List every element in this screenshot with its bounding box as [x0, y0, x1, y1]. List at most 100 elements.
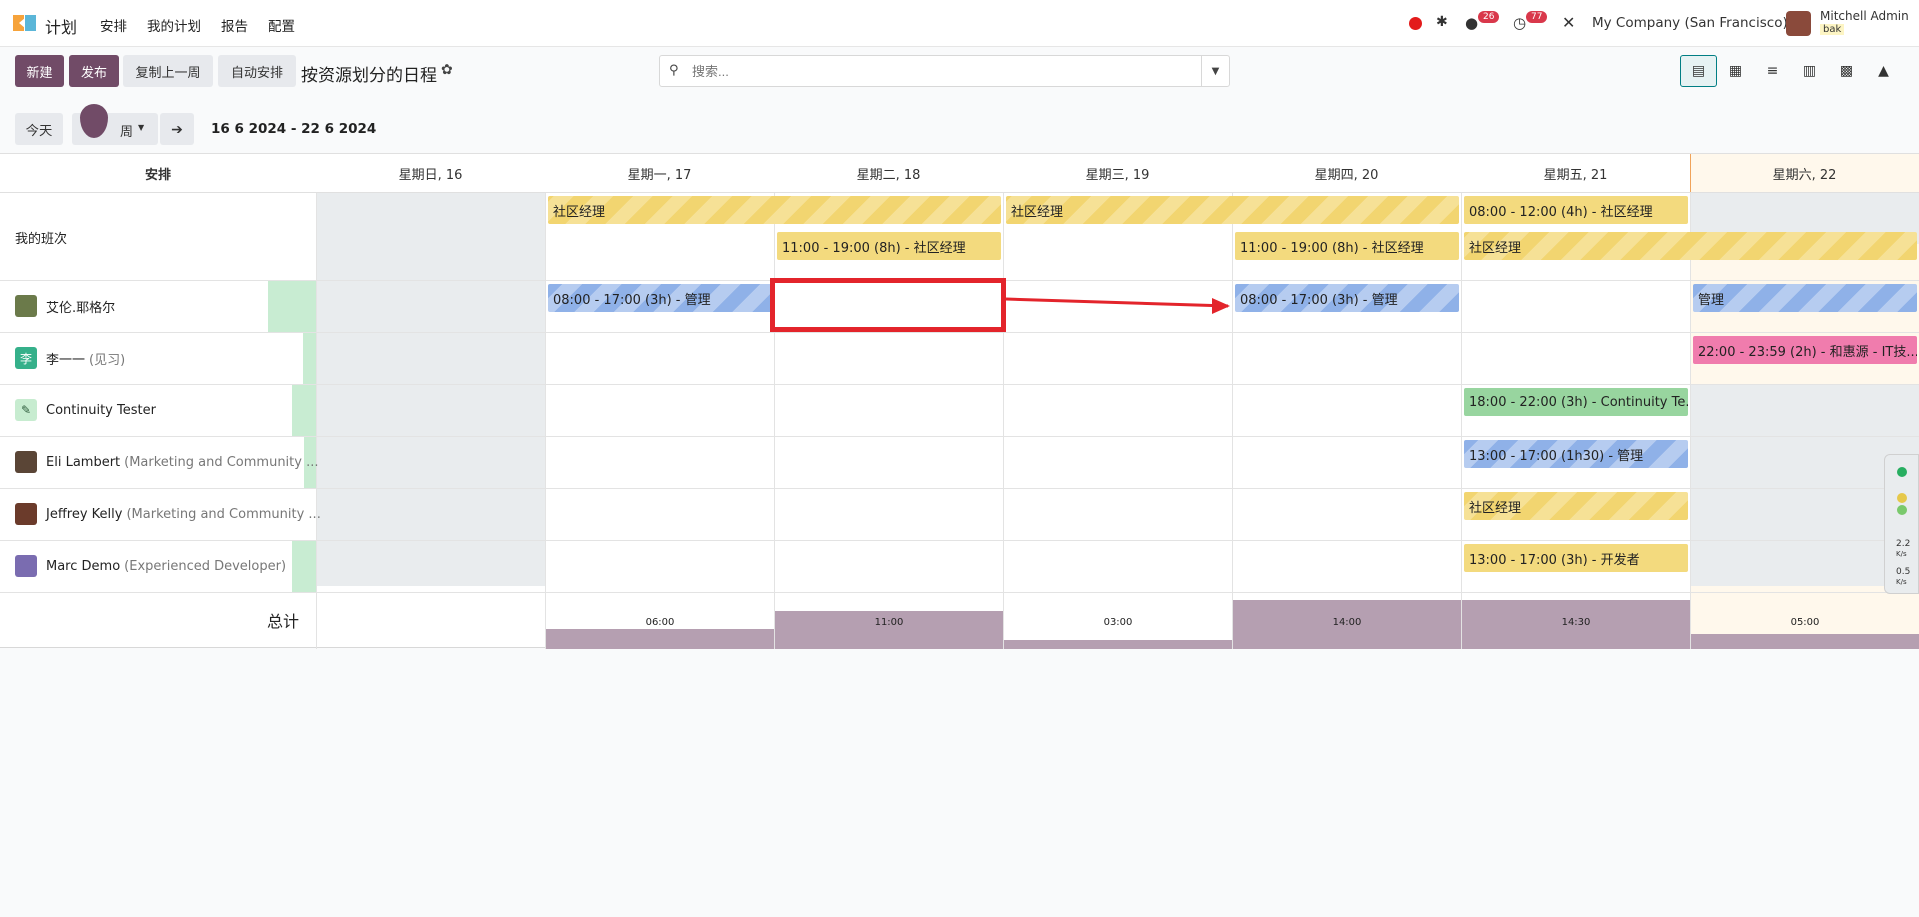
graph-view-icon[interactable]: ▲	[1865, 55, 1902, 87]
row-name: 李一一	[46, 352, 86, 368]
record-icon[interactable]	[1409, 17, 1422, 30]
row-divider	[0, 540, 1919, 541]
shift-pill[interactable]: 社区经理	[548, 196, 1001, 224]
row-label-resource[interactable]: Eli Lambert (Marketing and Community ...	[15, 451, 319, 473]
main-menu: 安排 我的计划 报告 配置	[100, 15, 315, 35]
wrench-icon: ✎	[15, 399, 37, 421]
page-title: 按资源划分的日程	[301, 66, 437, 86]
shift-pill[interactable]: 社区经理	[1464, 232, 1917, 260]
row-label-resource[interactable]: Jeffrey Kelly (Marketing and Community .…	[15, 503, 321, 525]
list-view-icon[interactable]: ≡	[1754, 55, 1791, 87]
shift-pill[interactable]: 18:00 - 22:00 (3h) - Continuity Te...	[1464, 388, 1688, 416]
user-name[interactable]: Mitchell Admin	[1820, 9, 1909, 23]
total-bar	[546, 629, 774, 649]
status-dot-icon	[1897, 493, 1907, 503]
gantt-chart: 安排 星期日, 16 星期一, 17 星期二, 18 星期三, 19 星期四, …	[0, 153, 1919, 649]
gear-icon[interactable]: ✿	[441, 62, 453, 78]
tools-icon[interactable]: ✕	[1562, 13, 1575, 32]
database-name: bak	[1820, 24, 1845, 35]
planning-app-icon[interactable]	[13, 13, 37, 33]
shift-pill[interactable]: 11:00 - 19:00 (8h) - 社区经理	[1235, 232, 1459, 260]
row-label-resource[interactable]: 李 李一一 (见习)	[15, 347, 125, 369]
row-name: 我的班次	[15, 232, 68, 247]
annotation-arrow-icon	[1006, 297, 1230, 314]
publish-button[interactable]: 发布	[69, 55, 119, 87]
company-switcher[interactable]: My Company (San Francisco)	[1592, 15, 1788, 31]
total-value: 14:00	[1332, 617, 1362, 628]
grid-line	[1461, 193, 1462, 649]
network-monitor-widget: 2.2 K/s 0.5 K/s	[1884, 454, 1919, 594]
shift-pill[interactable]: 22:00 - 23:59 (2h) - 和惠源 - IT技...	[1693, 336, 1917, 364]
row-label-resource[interactable]: 艾伦.耶格尔	[15, 295, 115, 317]
total-bar	[1004, 640, 1232, 649]
shift-pill[interactable]: 13:00 - 17:00 (3h) - 开发者	[1464, 544, 1688, 572]
resource-progress	[292, 541, 316, 592]
row-role: (Marketing and Community ...	[126, 506, 321, 522]
resource-progress	[303, 333, 316, 384]
total-value: 06:00	[645, 617, 675, 628]
bug-icon[interactable]: ✱	[1436, 14, 1448, 30]
day-header: 星期一, 17	[545, 154, 774, 193]
grid-line	[545, 193, 546, 649]
shift-pill[interactable]: 08:00 - 17:00 (3h) - 管理	[548, 284, 772, 312]
resource-progress	[292, 385, 316, 436]
date-range: 16 6 2024 - 22 6 2024	[211, 121, 377, 137]
row-role: (Experienced Developer)	[124, 558, 287, 574]
shift-pill[interactable]: 管理	[1693, 284, 1917, 312]
upload-unit: K/s	[1896, 550, 1907, 558]
row-label-resource[interactable]: ✎ Continuity Tester	[15, 399, 156, 421]
grid-line	[316, 193, 317, 649]
status-dot-icon	[1897, 505, 1907, 515]
copy-previous-week-button[interactable]: 复制上一周	[123, 55, 213, 87]
total-value: 03:00	[1103, 617, 1133, 628]
shift-pill[interactable]: 08:00 - 12:00 (4h) - 社区经理	[1464, 196, 1688, 224]
search-bar: ⚲ ▼	[659, 55, 1230, 87]
row-label-resource[interactable]: Marc Demo (Experienced Developer)	[15, 555, 286, 577]
app-name[interactable]: 计划	[45, 14, 77, 38]
day-header: 星期六, 22	[1690, 154, 1919, 193]
new-button[interactable]: 新建	[15, 55, 64, 87]
grid-line	[1003, 193, 1004, 649]
search-input[interactable]	[692, 56, 1172, 86]
status-dot-icon	[1897, 467, 1907, 477]
scale-label[interactable]: 周	[120, 121, 133, 140]
clock-icon[interactable]: ◷	[1513, 14, 1526, 32]
kanban-view-icon[interactable]: ▥	[1791, 55, 1828, 87]
shift-pill[interactable]: 社区经理	[1006, 196, 1459, 224]
gantt-view-icon[interactable]: ▤	[1680, 55, 1717, 87]
menu-item-schedule[interactable]: 安排	[100, 15, 127, 35]
row-role: (见习)	[89, 352, 126, 368]
row-divider	[0, 488, 1919, 489]
day-header: 星期日, 16	[316, 154, 545, 193]
menu-item-reporting[interactable]: 报告	[221, 15, 248, 35]
search-options-toggle[interactable]: ▼	[1201, 56, 1229, 86]
total-value: 14:30	[1561, 617, 1591, 628]
menu-item-my-planning[interactable]: 我的计划	[147, 15, 201, 35]
shift-pill[interactable]: 13:00 - 17:00 (1h30) - 管理	[1464, 440, 1688, 468]
grid-line	[1232, 193, 1233, 649]
next-period-button[interactable]: ➔	[160, 113, 194, 145]
chat-icon[interactable]: ●	[1465, 14, 1478, 32]
user-avatar[interactable]	[1786, 11, 1811, 36]
shift-pill[interactable]: 08:00 - 17:00 (3h) - 管理	[1235, 284, 1459, 312]
auto-plan-button[interactable]: 自动安排	[218, 55, 296, 87]
day-header: 星期五, 21	[1461, 154, 1690, 193]
calendar-view-icon[interactable]: ▦	[1717, 55, 1754, 87]
total-label: 总计	[267, 612, 300, 631]
row-name: Jeffrey Kelly	[46, 506, 123, 522]
grid-line	[774, 193, 775, 649]
shift-pill[interactable]: 11:00 - 19:00 (8h) - 社区经理	[777, 232, 1001, 260]
search-icon: ⚲	[669, 63, 679, 78]
shift-pill[interactable]: 社区经理	[1464, 492, 1688, 520]
row-divider	[0, 592, 1919, 593]
menu-item-configuration[interactable]: 配置	[268, 15, 295, 35]
group-header: 安排	[0, 154, 316, 193]
row-name: Eli Lambert	[46, 454, 121, 470]
pivot-view-icon[interactable]: ▩	[1828, 55, 1865, 87]
chat-count-badge: 26	[1478, 11, 1500, 23]
resource-progress	[268, 281, 316, 332]
row-name: Continuity Tester	[46, 402, 156, 418]
today-button[interactable]: 今天	[15, 113, 63, 145]
avatar	[15, 451, 37, 473]
row-divider	[0, 436, 1919, 437]
